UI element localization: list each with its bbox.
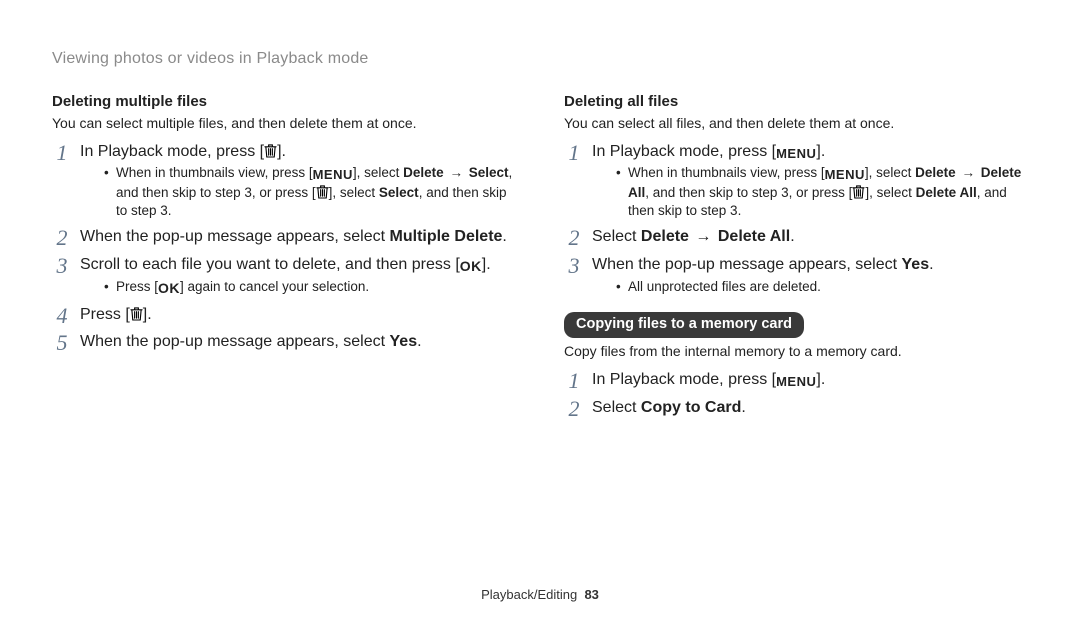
footer-section: Playback/Editing bbox=[481, 587, 577, 602]
intro-text: Copy files from the internal memory to a… bbox=[564, 342, 1028, 361]
step-1: In Playback mode, press [MENU]. When in … bbox=[564, 141, 1028, 221]
step-3-note: Press [OK] again to cancel your selectio… bbox=[80, 278, 516, 298]
step-1-note: When in thumbnails view, press [MENU], s… bbox=[592, 164, 1028, 220]
heading-deleting-multiple: Deleting multiple files bbox=[52, 92, 516, 112]
page-title: Viewing photos or videos in Playback mod… bbox=[52, 48, 1028, 70]
step-2: Select Delete → Delete All. bbox=[564, 226, 1028, 248]
menu-icon: MENU bbox=[776, 373, 816, 391]
intro-text: You can select all files, and then delet… bbox=[564, 114, 1028, 133]
copy-step-1: In Playback mode, press [MENU]. bbox=[564, 369, 1028, 391]
step-3: When the pop-up message appears, select … bbox=[564, 254, 1028, 296]
trash-icon bbox=[852, 184, 865, 199]
step-5: When the pop-up message appears, select … bbox=[52, 331, 516, 353]
heading-copying-files: Copying files to a memory card bbox=[564, 312, 804, 339]
step-3-note: All unprotected files are deleted. bbox=[592, 278, 1028, 296]
ok-icon: OK bbox=[460, 257, 482, 276]
page-footer: Playback/Editing 83 bbox=[0, 586, 1080, 604]
ok-icon: OK bbox=[158, 279, 180, 298]
menu-icon: MENU bbox=[776, 145, 816, 163]
copy-step-2: Select Copy to Card. bbox=[564, 397, 1028, 419]
heading-deleting-all: Deleting all files bbox=[564, 92, 1028, 112]
intro-text: You can select multiple files, and then … bbox=[52, 114, 516, 133]
trash-icon bbox=[316, 184, 329, 199]
step-1: In Playback mode, press []. When in thum… bbox=[52, 141, 516, 221]
step-2: When the pop-up message appears, select … bbox=[52, 226, 516, 248]
step-4: Press []. bbox=[52, 304, 516, 326]
trash-icon bbox=[264, 143, 277, 158]
left-column: Deleting multiple files You can select m… bbox=[52, 92, 516, 423]
step-3: Scroll to each file you want to delete, … bbox=[52, 254, 516, 298]
menu-icon: MENU bbox=[825, 166, 865, 184]
right-column: Deleting all files You can select all fi… bbox=[564, 92, 1028, 423]
menu-icon: MENU bbox=[313, 166, 353, 184]
trash-icon bbox=[130, 306, 143, 321]
step-1-note: When in thumbnails view, press [MENU], s… bbox=[80, 164, 516, 220]
page-number: 83 bbox=[584, 587, 598, 602]
